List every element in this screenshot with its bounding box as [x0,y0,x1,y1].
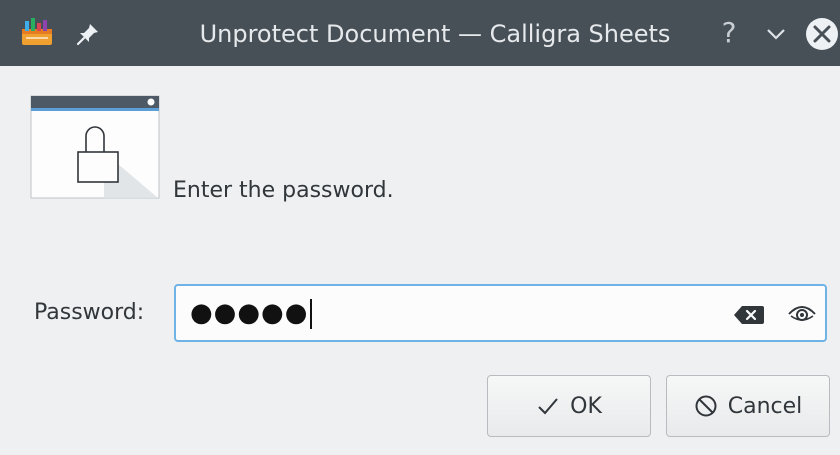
lock-icon [30,95,160,199]
text-caret [310,298,313,329]
cancel-label: Cancel [727,393,803,419]
password-input[interactable]: ●●●●● [174,284,827,342]
ok-label: OK [570,393,602,419]
password-label: Password: [34,300,145,325]
pin-icon[interactable] [75,21,101,47]
title-bar[interactable]: Unprotect Document — Calligra Sheets ? [0,0,840,66]
calligra-sheets-icon[interactable] [20,17,54,47]
password-value[interactable]: ●●●●● [190,295,313,331]
cancel-button[interactable]: Cancel [666,375,830,437]
password-mask: ●●●●● [190,298,309,328]
checkmark-icon [538,398,558,415]
chevron-down-icon[interactable] [762,22,790,46]
ok-button[interactable]: OK [487,375,651,437]
prompt-message: Enter the password. [173,178,394,203]
help-button[interactable]: ? [713,16,745,50]
window-title: Unprotect Document — Calligra Sheets [199,20,671,48]
backspace-clear-icon[interactable] [733,304,765,326]
eye-icon[interactable] [786,302,818,326]
cancel-circle-icon [695,395,717,417]
close-icon[interactable] [804,16,840,52]
